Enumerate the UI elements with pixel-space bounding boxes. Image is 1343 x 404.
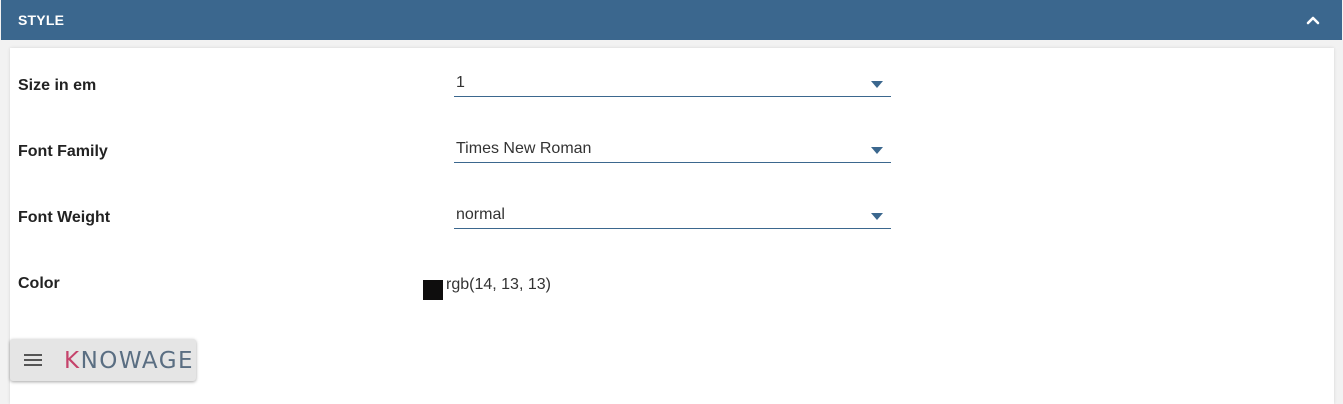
font-family-value: Times New Roman (456, 140, 592, 157)
color-swatch[interactable] (423, 280, 443, 300)
font-weight-value: normal (456, 206, 505, 223)
size-value: 1 (456, 74, 465, 91)
panel-header[interactable]: STYLE (1, 0, 1342, 40)
font-weight-select[interactable]: normal (454, 202, 891, 229)
dropdown-arrow-icon (871, 213, 883, 220)
color-label: Color (18, 275, 60, 292)
dropdown-arrow-icon (871, 81, 883, 88)
dropdown-arrow-icon (871, 147, 883, 154)
font-weight-label: Font Weight (18, 209, 111, 226)
chevron-up-icon[interactable] (1304, 11, 1322, 29)
font-family-select[interactable]: Times New Roman (454, 136, 891, 163)
hamburger-menu-icon[interactable] (24, 354, 42, 367)
size-select[interactable]: 1 (454, 70, 891, 97)
size-label: Size in em (18, 77, 97, 94)
panel-title: STYLE (18, 12, 65, 28)
font-family-label: Font Family (18, 143, 108, 160)
style-panel: STYLE Size in em 1 Font Family Times New… (0, 0, 1343, 404)
color-value: rgb(14, 13, 13) (446, 276, 551, 293)
app-menu-bar: KNOWAGE (10, 339, 196, 381)
knowage-logo[interactable]: KNOWAGE (64, 348, 194, 374)
style-form: Size in em 1 Font Family Times New Roman… (10, 48, 1334, 404)
